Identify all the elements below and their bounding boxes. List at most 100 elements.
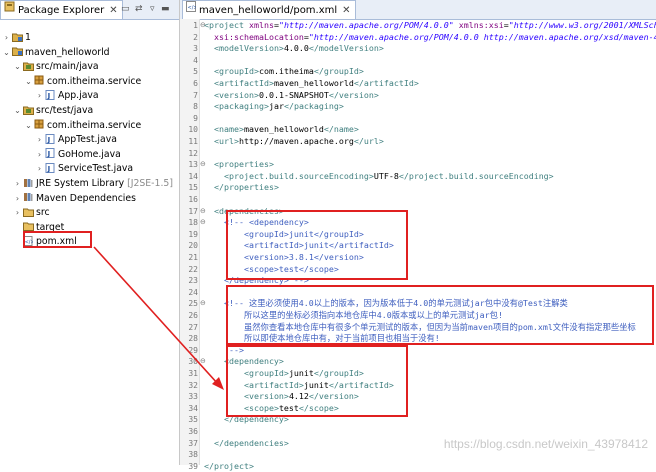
line-number: 2 [193,32,198,42]
tree-item[interactable]: › Maven Dependencies [0,192,136,206]
tree-item-label: maven_helloworld [25,46,110,58]
line-number: 32 [188,380,198,390]
java-file-icon: J [45,148,55,159]
expand-arrow-icon[interactable]: ⌄ [24,75,33,89]
tree-item[interactable]: › J GoHome.java [0,148,121,162]
line-number: 11 [188,137,198,146]
collapse-arrow-icon[interactable]: › [35,89,44,103]
code-line: <modelVersion>4.0.0</modelVersion> [204,43,384,55]
line-number: 22 [188,264,198,274]
line-number: 34 [188,403,198,413]
java-file-icon: J [45,162,55,173]
tree-item-label: com.itheima.service [47,119,142,131]
link-editor-icon[interactable]: ⇄ [135,3,143,15]
tab-pom-xml[interactable]: </> maven_helloworld/pom.xml ✕ [182,0,356,19]
collapse-arrow-icon[interactable]: › [13,177,22,191]
line-number: 4 [193,55,198,65]
line-number: 39 [188,461,198,471]
expand-arrow-icon[interactable]: ⌄ [13,60,22,74]
line-number: 13 [188,160,198,170]
line-number: 37 [188,438,198,448]
code-token: </groupId> [313,66,364,77]
code-token: </project> [204,460,254,471]
tree-item-suffix: [J2SE-1.5] [124,178,173,189]
tree-item[interactable]: ⌄ src/main/java [0,60,99,74]
collapse-arrow-icon[interactable]: › [2,31,11,45]
collapse-all-icon[interactable]: ▭ [121,3,130,15]
close-icon[interactable]: ✕ [342,5,350,16]
line-number: 33 [188,392,198,402]
java-file-icon: J [45,89,55,100]
line-number: 8 [193,102,198,112]
tree-item[interactable]: ⌄ src/test/java [0,104,93,118]
tree-item-label: ServiceTest.java [58,163,134,175]
line-number: 10 [188,125,198,135]
code-token: </modelVersion> [308,43,384,54]
project-icon [12,32,23,42]
expand-arrow-icon[interactable]: ⌄ [13,104,22,118]
collapse-arrow-icon[interactable]: › [13,192,22,206]
tree-item-label: src/main/java [36,61,99,73]
tree-item-label: JRE System Library [36,178,125,189]
expand-arrow-icon[interactable]: ⌄ [2,46,11,60]
line-number: 16 [188,195,198,204]
tree-item-label: src [36,207,50,219]
tab-package-explorer[interactable]: Package Explorer ✕ [0,0,123,19]
minimize-icon[interactable]: ▬ [161,3,170,15]
code-token: </project.build.sourceEncoding> [398,170,554,181]
tree-item-label: AppTest.java [58,134,117,146]
code-token: <project [204,20,249,30]
code-line: xsi:schemaLocation="http://maven.apache.… [204,32,656,44]
tree-item[interactable]: › JRE System Library [J2SE-1.5] [0,177,173,191]
collapse-arrow-icon[interactable]: › [35,148,44,162]
package-icon [34,119,44,129]
code-token: http://maven.apache.org [238,136,354,146]
collapse-arrow-icon[interactable]: › [35,133,44,147]
line-number-gutter: 1 2 3 4 5 6 7 8 9 10 11 12 13 14 15 16 17 18 19 20 21 22 23 24 2… [180,19,200,471]
line-number: 18 [188,218,198,228]
view-menu-icon[interactable]: ▿ [150,3,155,15]
line-number: 24 [188,287,198,297]
library-icon [23,178,33,188]
collapse-arrow-icon[interactable]: › [13,206,22,220]
tree-item[interactable]: ⌄ com.itheima.service [0,119,141,133]
code-token: </packaging> [283,101,344,112]
tree-item[interactable]: › 1 [0,31,31,45]
code-token: xmlns [248,20,274,30]
tree-item[interactable]: › J AppTest.java [0,133,117,147]
tree-item[interactable]: › J App.java [0,89,99,103]
line-number: 38 [188,450,198,460]
tree-item[interactable]: › src [0,206,50,220]
collapse-arrow-icon[interactable]: › [35,162,44,176]
line-number: 7 [193,90,198,100]
code-token: maven_helloworld [243,124,324,135]
code-token: "http://maven.apache.org/POM/4.0.0 http:… [308,31,656,42]
code-line: <url>http://maven.apache.org</url> [204,136,384,148]
tab-label: Package Explorer [18,5,105,16]
expand-arrow-icon[interactable]: ⌄ [24,119,33,133]
source-folder-icon [23,61,34,71]
package-explorer-icon [4,1,15,19]
line-number: 19 [188,229,198,239]
close-icon[interactable]: ✕ [109,5,117,16]
tree-item[interactable]: › J ServiceTest.java [0,162,133,176]
code-token: <project.build.sourceEncoding> [223,170,374,181]
line-number: 20 [188,241,198,251]
code-line: <properties> [204,159,274,171]
code-token: </name> [323,124,359,135]
code-token: <name> [214,124,244,135]
highlight-box-comment [226,285,654,345]
line-number: 35 [188,415,198,425]
tree-item[interactable]: ⌄ com.itheima.service [0,75,141,89]
code-line: </project> [204,461,254,472]
line-number: 9 [193,113,198,123]
tree-item-label: Maven Dependencies [36,192,136,204]
tree-item[interactable]: ⌄ maven_helloworld [0,46,110,60]
